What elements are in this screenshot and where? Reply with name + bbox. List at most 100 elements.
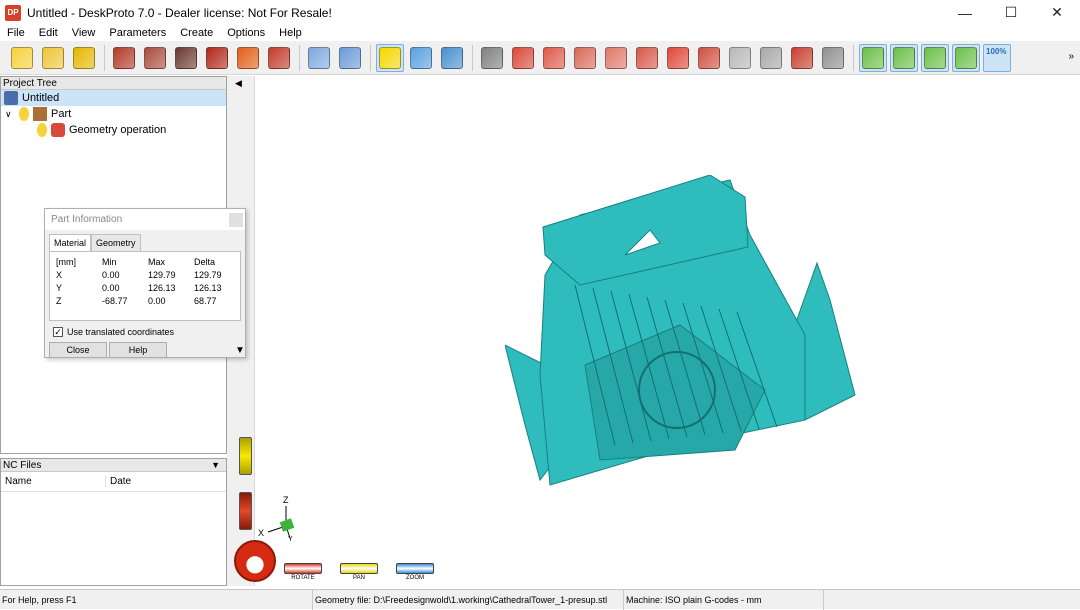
snapshot-2-button[interactable] — [819, 44, 847, 72]
tab-geometry[interactable]: Geometry — [91, 234, 141, 251]
toolbar-separator — [299, 44, 300, 71]
column-header-name[interactable]: Name — [1, 476, 105, 487]
maximize-button[interactable]: ☐ — [988, 0, 1034, 25]
close-button[interactable]: Close — [49, 342, 107, 358]
minimize-button[interactable]: — — [942, 0, 988, 25]
column-header-date[interactable]: Date — [105, 476, 131, 487]
toolbar-overflow-icon[interactable]: » — [1068, 51, 1074, 62]
menu-file[interactable]: File — [0, 27, 32, 39]
legend-zoom-bar — [396, 563, 434, 574]
tab-material[interactable]: Material — [49, 234, 92, 251]
lightbulb-icon[interactable] — [37, 123, 47, 137]
help-button[interactable]: Help — [109, 342, 167, 358]
status-machine: Machine: ISO plain G-codes - mm — [624, 589, 824, 610]
translated-coordinates-checkbox[interactable]: ✓ — [53, 327, 63, 337]
view-top-icon — [636, 46, 658, 69]
window-icon — [441, 46, 463, 69]
nc-files-header: NC Files ▼ — [1, 459, 226, 472]
cathedral-model — [505, 175, 856, 486]
pan-gauge — [239, 437, 252, 475]
tree-item-part[interactable]: ∨ Part — [1, 106, 226, 122]
snapshot-2-icon — [822, 46, 844, 69]
drawing-button[interactable] — [234, 44, 262, 72]
view-iso-2-button[interactable] — [726, 44, 754, 72]
dialog-close-icon[interactable] — [229, 212, 243, 227]
toolpath-icon — [206, 46, 228, 69]
toolbar-separator — [472, 44, 473, 71]
collapse-chevron-icon[interactable]: ∨ — [5, 109, 19, 120]
tree-item-geometry-operation[interactable]: Geometry operation — [1, 122, 226, 138]
view-front-button[interactable] — [509, 44, 537, 72]
zoom-fit-button[interactable]: 100% — [983, 43, 1011, 72]
new-file-icon — [11, 46, 33, 69]
view-bottom-icon — [667, 46, 689, 69]
dropdown-arrow-icon[interactable]: ▼ — [211, 460, 220, 470]
view-iso-3-button[interactable] — [757, 44, 785, 72]
import-geometry-button[interactable] — [110, 44, 138, 72]
project-tree-title: Project Tree — [3, 77, 57, 89]
window-button[interactable] — [438, 44, 466, 72]
search-button[interactable] — [336, 44, 364, 72]
row-delta: 126.13 — [194, 282, 222, 293]
status-geometry-file: Geometry file: D:\Freedesignwold\1.worki… — [313, 589, 624, 610]
toolbar-separator — [104, 44, 105, 71]
toolbar-separator — [853, 44, 854, 71]
expand-down-icon[interactable]: ▼ — [235, 345, 245, 356]
project-tree-header: Project Tree — [1, 77, 226, 90]
zoom-window-button[interactable] — [952, 43, 980, 72]
tree-item-label: Geometry operation — [69, 124, 167, 136]
dialog-title-bar[interactable]: Part Information — [45, 209, 245, 230]
dialog-tabs: Material Geometry — [49, 234, 245, 251]
close-window-button[interactable]: ✕ — [1034, 0, 1080, 25]
open-folder-button[interactable] — [39, 44, 67, 72]
import-bitmap-button[interactable] — [172, 44, 200, 72]
toolbar-separator — [370, 44, 371, 71]
layout-icon — [410, 46, 432, 69]
menu-create[interactable]: Create — [173, 27, 220, 39]
legend-rotate-bar — [284, 563, 322, 574]
export-button[interactable] — [265, 44, 293, 72]
row-min: -68.77 — [102, 295, 128, 306]
view-right-button[interactable] — [602, 44, 630, 72]
collapse-arrow-icon[interactable]: ◀ — [235, 78, 242, 89]
geometry-operation-icon — [51, 123, 65, 137]
view-bottom-button[interactable] — [664, 44, 692, 72]
pan-button[interactable] — [890, 43, 918, 72]
menu-parameters[interactable]: Parameters — [102, 27, 173, 39]
dialog-title: Part Information — [51, 214, 123, 225]
rotate-dial[interactable] — [234, 540, 276, 582]
rotate-button[interactable] — [859, 43, 887, 72]
info-button[interactable] — [376, 43, 404, 72]
view-left-icon — [574, 46, 596, 69]
menu-view[interactable]: View — [65, 27, 103, 39]
header-unit: [mm] — [56, 256, 76, 267]
zoom-button[interactable] — [921, 43, 949, 72]
save-icon — [73, 46, 95, 69]
save-button[interactable] — [70, 44, 98, 72]
table-row: X 0.00 129.79 129.79 — [56, 268, 234, 281]
new-file-button[interactable] — [8, 44, 36, 72]
view-iso-3-icon — [760, 46, 782, 69]
header-max: Max — [148, 256, 166, 267]
tree-item-untitled[interactable]: Untitled — [1, 90, 226, 106]
lightbulb-icon[interactable] — [19, 107, 29, 121]
x-axis-label: X — [258, 528, 264, 538]
menu-options[interactable]: Options — [220, 27, 272, 39]
view-left-button[interactable] — [571, 44, 599, 72]
row-min: 0.00 — [102, 269, 120, 280]
layout-button[interactable] — [407, 44, 435, 72]
export-icon — [268, 46, 290, 69]
menu-edit[interactable]: Edit — [32, 27, 65, 39]
drawing-icon — [237, 46, 259, 69]
view-back-button[interactable] — [540, 44, 568, 72]
part-info-table: [mm] Min Max Delta X 0.00 129.79 129.79 … — [49, 251, 241, 321]
translated-coordinates-option[interactable]: ✓ Use translated coordinates — [53, 325, 245, 339]
import-vector-button[interactable] — [141, 44, 169, 72]
toolpath-button[interactable] — [203, 44, 231, 72]
view-top-button[interactable] — [633, 44, 661, 72]
view-iso-1-button[interactable] — [695, 44, 723, 72]
camera-button[interactable] — [478, 44, 506, 72]
preview-button[interactable] — [305, 44, 333, 72]
snapshot-button[interactable] — [788, 44, 816, 72]
menu-help[interactable]: Help — [272, 27, 309, 39]
